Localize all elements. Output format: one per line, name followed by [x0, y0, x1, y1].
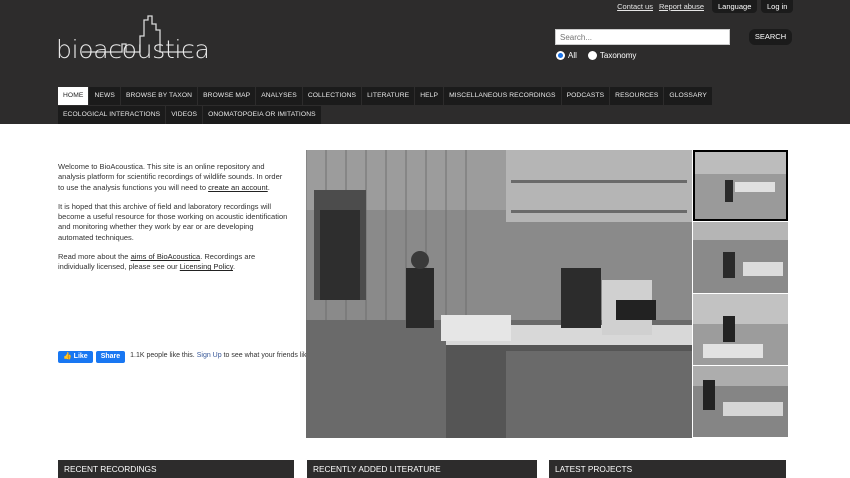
intro-paragraph-1: Welcome to BioAcoustica. This site is an… [58, 162, 290, 193]
facebook-like-button[interactable]: 👍 Like [58, 351, 93, 363]
latest-projects-heading: LATEST PROJECTS [549, 460, 786, 478]
radio-taxonomy-dot[interactable] [587, 51, 597, 60]
intro-paragraph-2: It is hoped that this archive of field a… [58, 201, 288, 242]
nav-item-resources[interactable]: RESOURCES [610, 87, 664, 105]
recently-added-literature-heading: RECENTLY ADDED LITERATURE [307, 460, 537, 478]
facebook-text: 1.1K people like this. Sign Up to see wh… [130, 351, 312, 360]
intro-p3-text: Read more about the [58, 252, 129, 262]
facebook-rest: to see what your friends like. [223, 352, 313, 359]
intro-p1-end: . [267, 182, 270, 192]
intro-text: Welcome to BioAcoustica. This site is an… [58, 162, 290, 282]
radio-all[interactable]: All [556, 51, 577, 60]
nav-item-analyses[interactable]: ANALYSES [256, 87, 302, 105]
radio-all-label: All [568, 51, 577, 60]
site-logo[interactable]: bioacoustica [56, 14, 210, 64]
site-header: Contact us Report abuse Language Log in … [0, 0, 850, 124]
contact-link[interactable]: Contact us [617, 2, 653, 11]
thumbnail-2-image [693, 222, 788, 293]
nav-item-browse-by-taxon[interactable]: BROWSE BY TAXON [120, 87, 198, 105]
intro-p3-end: . [232, 262, 236, 272]
search-button[interactable]: SEARCH [749, 29, 792, 45]
radio-all-dot[interactable] [556, 51, 565, 60]
thumbnail-2[interactable] [693, 222, 788, 293]
radio-taxonomy[interactable]: Taxonomy [587, 51, 637, 60]
nav-row-1: HOME NEWS BROWSE BY TAXON BROWSE MAP ANALYSE… [58, 87, 798, 105]
nav-item-home[interactable]: HOME [58, 87, 89, 105]
report-abuse-link[interactable]: Report abuse [659, 2, 704, 11]
like-label: Like [73, 353, 88, 360]
thumbnail-3-image [693, 294, 788, 365]
nav-item-videos[interactable]: VIDEOS [166, 106, 203, 124]
nav-item-onomatopoeia-or-imitations[interactable]: ONOMATOPOEIA OR IMITATIONS [203, 106, 321, 124]
like-count: 1.1K people like this. [130, 352, 195, 359]
nav-item-literature[interactable]: LITERATURE [362, 87, 415, 105]
nav-item-ecological-interactions[interactable]: ECOLOGICAL INTERACTIONS [58, 106, 166, 124]
create-account-link[interactable]: create an account [208, 183, 268, 192]
thumbnail-3[interactable] [693, 294, 788, 365]
nav-item-help[interactable]: HELP [415, 87, 444, 105]
nav-item-miscellaneous-recordings[interactable]: MISCELLANEOUS RECORDINGS [444, 87, 561, 105]
nav-item-news[interactable]: NEWS [89, 87, 120, 105]
language-button[interactable]: Language [712, 0, 758, 13]
thumbnail-4-image [693, 366, 788, 437]
search-scope: All Taxonomy [556, 51, 647, 60]
slideshow-thumbnails [693, 150, 788, 438]
nav-item-browse-map[interactable]: BROWSE MAP [198, 87, 256, 105]
licensing-policy-link[interactable]: Licensing Policy [180, 262, 233, 271]
nav-item-podcasts[interactable]: PODCASTS [561, 87, 610, 105]
top-links: Contact us Report abuse [611, 0, 704, 12]
logo-text: bioacoustica [56, 35, 210, 64]
intro-paragraph-3: Read more about the aims of BioAcoustica… [58, 252, 290, 273]
nav-item-glossary[interactable]: GLOSSARY [664, 87, 712, 105]
aims-link[interactable]: aims of BioAcoustica [131, 252, 201, 261]
thumbnail-1-image [695, 152, 786, 219]
login-button[interactable]: Log in [761, 0, 794, 13]
facebook-share-button[interactable]: Share [95, 351, 126, 363]
radio-taxonomy-label: Taxonomy [599, 51, 637, 60]
search-input[interactable] [555, 29, 730, 45]
nav-row-2: ECOLOGICAL INTERACTIONS VIDEOS ONOMATOPOEI… [58, 106, 798, 124]
slideshow-main-image[interactable] [306, 150, 692, 438]
thumbnail-4[interactable] [693, 366, 788, 437]
nav-item-collections[interactable]: COLLECTIONS [302, 87, 362, 105]
lab-photo-image [306, 150, 692, 438]
main-nav: HOME NEWS BROWSE BY TAXON BROWSE MAP ANALYSE… [58, 87, 798, 125]
thumbnail-1[interactable] [693, 150, 788, 221]
facebook-widget: 👍 Like Share 1.1K people like this. Sign… [58, 351, 312, 363]
recent-recordings-heading: RECENT RECORDINGS [58, 460, 294, 478]
facebook-signup-link[interactable]: Sign Up [197, 352, 222, 359]
